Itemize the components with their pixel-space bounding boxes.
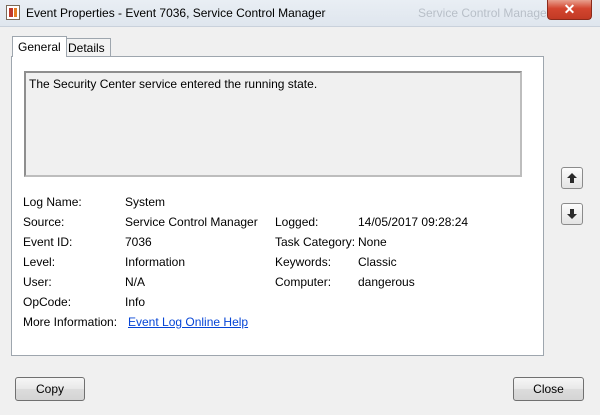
user-value: N/A (125, 275, 146, 289)
event-description-text: The Security Center service entered the … (29, 77, 318, 91)
background-window-title: Service Control Manager (418, 6, 551, 20)
logged-value: 14/05/2017 09:28:24 (358, 215, 469, 229)
keywords-label: Keywords: (275, 255, 332, 269)
arrow-down-icon (567, 209, 577, 219)
keywords-value: Classic (358, 255, 397, 269)
close-button[interactable]: Close (513, 377, 584, 401)
close-icon: ✕ (563, 1, 576, 17)
window-close-button[interactable]: ✕ (547, 0, 592, 20)
level-label: Level: (23, 255, 56, 269)
copy-button[interactable]: Copy (15, 377, 85, 401)
next-event-button[interactable] (561, 203, 583, 225)
source-value: Service Control Manager (125, 215, 258, 229)
opcode-value: Info (125, 295, 146, 309)
event-id-label: Event ID: (23, 235, 73, 249)
event-id-value: 7036 (125, 235, 152, 249)
window-title: Event Properties - Event 7036, Service C… (26, 6, 326, 20)
more-information-label: More Information: (23, 315, 118, 329)
event-log-online-help-link[interactable]: Event Log Online Help (128, 315, 248, 329)
task-category-label: Task Category: (275, 235, 356, 249)
tab-general[interactable]: General (12, 36, 67, 57)
tab-details[interactable]: Details (62, 38, 111, 56)
event-properties-window: Event Properties - Event 7036, Service C… (0, 0, 600, 415)
task-category-value: None (358, 235, 387, 249)
arrow-up-icon (567, 173, 577, 183)
level-value: Information (125, 255, 186, 269)
source-label: Source: (23, 215, 65, 229)
event-viewer-icon (6, 5, 20, 20)
logged-label: Logged: (275, 215, 319, 229)
general-tab-panel: The Security Center service entered the … (11, 56, 544, 356)
log-name-value: System (125, 195, 166, 209)
title-bar[interactable]: Event Properties - Event 7036, Service C… (0, 0, 600, 27)
opcode-label: OpCode: (23, 295, 72, 309)
computer-label: Computer: (275, 275, 332, 289)
user-label: User: (23, 275, 52, 289)
computer-value: dangerous (358, 275, 415, 289)
log-name-label: Log Name: (23, 195, 82, 209)
event-description-box[interactable]: The Security Center service entered the … (24, 71, 522, 177)
previous-event-button[interactable] (561, 167, 583, 189)
